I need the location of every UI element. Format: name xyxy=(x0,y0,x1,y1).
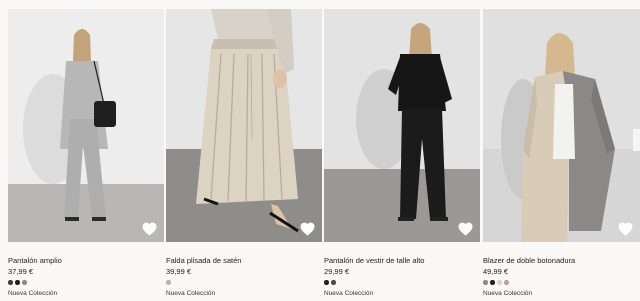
color-swatches xyxy=(483,280,509,286)
product-name[interactable]: Blazer de doble botonadura xyxy=(483,256,575,265)
product-grid: Pantalón amplio 37,99 € Nueva Colección xyxy=(8,9,640,301)
color-swatch[interactable] xyxy=(324,280,329,285)
product-name[interactable]: Pantalón amplio xyxy=(8,256,62,265)
collection-label: Nueva Colección xyxy=(8,290,58,297)
product-name[interactable]: Pantalón de vestir de talle alto xyxy=(324,256,424,265)
product-price: 49,99 € xyxy=(483,267,509,276)
product-image[interactable] xyxy=(166,9,322,242)
color-swatch[interactable] xyxy=(166,280,171,285)
color-swatch[interactable] xyxy=(8,280,13,285)
heart-icon[interactable] xyxy=(142,222,157,236)
color-swatch[interactable] xyxy=(331,280,336,285)
color-swatch[interactable] xyxy=(504,280,509,285)
color-swatches xyxy=(324,280,336,286)
product-card[interactable]: Pantalón de vestir de talle alto 29,99 €… xyxy=(324,9,480,301)
product-card[interactable]: Pantalón amplio 37,99 € Nueva Colección xyxy=(8,9,164,301)
product-image[interactable] xyxy=(8,9,164,242)
collection-label: Nueva Colección xyxy=(166,290,216,297)
heart-icon[interactable] xyxy=(300,222,315,236)
product-name[interactable]: Falda plisada de satén xyxy=(166,256,241,265)
heart-icon[interactable] xyxy=(458,222,473,236)
product-price: 39,99 € xyxy=(166,267,192,276)
color-swatch[interactable] xyxy=(483,280,488,285)
product-price: 29,99 € xyxy=(324,267,350,276)
color-swatch[interactable] xyxy=(15,280,20,285)
product-card[interactable]: Blazer de doble botonadura 49,99 € Nueva… xyxy=(483,9,640,301)
color-swatches xyxy=(8,280,27,286)
collection-label: Nueva Colección xyxy=(324,290,374,297)
color-swatch[interactable] xyxy=(490,280,495,285)
color-swatch[interactable] xyxy=(22,280,27,285)
color-swatch[interactable] xyxy=(497,280,502,285)
collection-label: Nueva Colección xyxy=(483,290,533,297)
product-image[interactable] xyxy=(483,9,640,242)
product-card[interactable]: Falda plisada de satén 39,99 € Nueva Col… xyxy=(166,9,322,301)
heart-icon[interactable] xyxy=(618,222,633,236)
product-image[interactable] xyxy=(324,9,480,242)
color-swatches xyxy=(166,280,171,286)
product-price: 37,99 € xyxy=(8,267,34,276)
